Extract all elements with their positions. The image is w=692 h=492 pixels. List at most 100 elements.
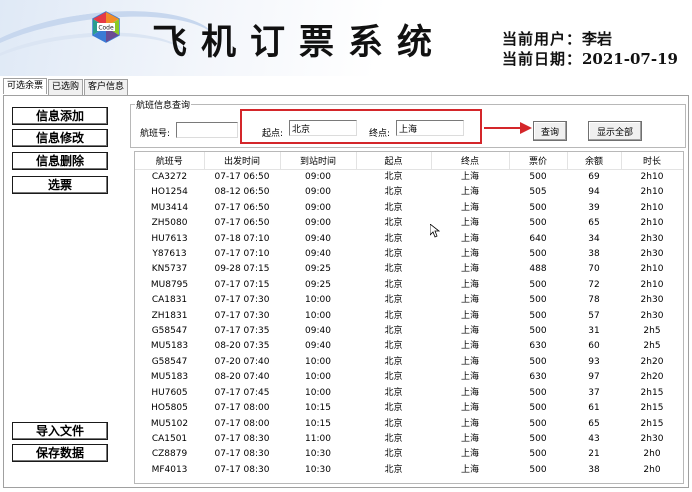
table-cell: 2h15 bbox=[640, 387, 664, 398]
table-row[interactable]: HO1254 08-12 06:50 09:00 北京 上海 505 94 2h10 bbox=[135, 185, 683, 200]
table-row[interactable]: Y87613 07-17 07:10 09:40 北京 上海 500 38 2h30 bbox=[135, 247, 683, 262]
table-cell: 2h10 bbox=[640, 218, 664, 229]
table-cell: 上海 bbox=[460, 218, 479, 229]
table-cell: ZH1831 bbox=[151, 310, 188, 321]
modify-info-button[interactable]: 信息修改 bbox=[12, 129, 108, 147]
mouse-cursor-icon bbox=[430, 224, 440, 238]
table-cell: MU5183 bbox=[150, 341, 189, 352]
table-cell: 北京 bbox=[384, 172, 403, 182]
table-row[interactable]: KN5737 09-28 07:15 09:25 北京 上海 488 70 2h10 bbox=[135, 262, 683, 277]
table-cell: 上海 bbox=[460, 433, 479, 444]
table-cell: 08-20 07:40 bbox=[214, 372, 270, 383]
table-cell: 2h15 bbox=[640, 418, 664, 429]
table-cell: 上海 bbox=[460, 172, 479, 182]
add-info-button[interactable]: 信息添加 bbox=[12, 107, 108, 125]
delete-info-button[interactable]: 信息删除 bbox=[12, 152, 108, 170]
table-cell: 北京 bbox=[384, 418, 403, 429]
table-cell: 2h10 bbox=[640, 172, 664, 182]
table-cell: 09:00 bbox=[305, 187, 331, 198]
table-cell: 2h15 bbox=[640, 403, 664, 414]
table-row[interactable]: CA1831 07-17 07:30 10:00 北京 上海 500 78 2h30 bbox=[135, 293, 683, 308]
table-row[interactable]: MU5183 08-20 07:35 09:40 北京 上海 630 60 2h5 bbox=[135, 339, 683, 354]
table-row[interactable]: ZH1831 07-17 07:30 10:00 北京 上海 500 57 2h30 bbox=[135, 309, 683, 324]
table-cell: 500 bbox=[529, 403, 547, 414]
table-cell: 640 bbox=[529, 233, 547, 244]
table-cell: 北京 bbox=[384, 449, 403, 460]
table-row[interactable]: G58547 07-17 07:35 09:40 北京 上海 500 31 2h5 bbox=[135, 324, 683, 339]
table-cell: 61 bbox=[588, 403, 600, 414]
app-header: Code 飞机订票系统 当前用户：李岩 当前日期：2021-07-19 bbox=[0, 0, 692, 76]
table-cell: 10:00 bbox=[305, 387, 331, 398]
table-cell: 北京 bbox=[384, 387, 403, 398]
column-header[interactable]: 起点 bbox=[356, 152, 432, 170]
column-header[interactable]: 航班号 bbox=[135, 152, 205, 170]
table-cell: 07-17 08:30 bbox=[214, 449, 270, 460]
table-cell: 31 bbox=[588, 326, 600, 337]
table-cell: 北京 bbox=[384, 295, 403, 306]
tab-purchased[interactable]: 已选购 bbox=[48, 79, 84, 95]
table-cell: 07-20 07:40 bbox=[214, 356, 270, 367]
table-row[interactable]: HU7605 07-17 07:45 10:00 北京 上海 500 37 2h15 bbox=[135, 386, 683, 401]
import-file-button[interactable]: 导入文件 bbox=[12, 422, 108, 440]
column-header[interactable]: 余额 bbox=[567, 152, 622, 170]
table-row[interactable]: CZ8879 07-17 08:30 10:30 北京 上海 500 21 2h0 bbox=[135, 447, 683, 462]
table-cell: 07-17 07:15 bbox=[214, 279, 270, 290]
table-row[interactable]: MU5102 07-17 08:00 10:15 北京 上海 500 65 2h15 bbox=[135, 417, 683, 432]
table-cell: 500 bbox=[529, 356, 547, 367]
table-row[interactable]: MU5183 08-20 07:40 10:00 北京 上海 630 97 2h20 bbox=[135, 370, 683, 385]
tab-available-tickets[interactable]: 可选余票 bbox=[3, 78, 48, 94]
table-row[interactable]: G58547 07-20 07:40 10:00 北京 上海 500 93 2h20 bbox=[135, 355, 683, 370]
table-cell: 2h0 bbox=[643, 449, 661, 460]
column-header[interactable]: 到站时间 bbox=[280, 152, 357, 170]
table-cell: 10:15 bbox=[305, 418, 331, 429]
table-cell: 北京 bbox=[384, 310, 403, 321]
save-data-button[interactable]: 保存数据 bbox=[12, 444, 108, 462]
column-header[interactable]: 终点 bbox=[431, 152, 510, 170]
table-cell: 500 bbox=[529, 279, 547, 290]
table-cell: 2h30 bbox=[640, 295, 664, 306]
table-cell: 11:00 bbox=[305, 433, 331, 444]
table-cell: 07-17 07:10 bbox=[214, 249, 270, 260]
table-row[interactable]: CA3272 07-17 06:50 09:00 北京 上海 500 69 2h10 bbox=[135, 170, 683, 186]
table-cell: 21 bbox=[588, 449, 600, 460]
table-cell: 07-17 06:50 bbox=[214, 218, 270, 229]
table-cell: 500 bbox=[529, 310, 547, 321]
column-header[interactable]: 时长 bbox=[621, 152, 683, 170]
table-cell: 上海 bbox=[460, 310, 479, 321]
table-cell: 2h20 bbox=[640, 372, 664, 383]
column-header[interactable]: 票价 bbox=[509, 152, 568, 170]
arrow-right-icon bbox=[484, 122, 532, 134]
table-cell: 500 bbox=[529, 172, 547, 182]
table-cell: HO1254 bbox=[151, 187, 188, 198]
table-cell: 500 bbox=[529, 433, 547, 444]
tab-customer-info[interactable]: 客户信息 bbox=[84, 79, 129, 95]
table-cell: 38 bbox=[588, 464, 600, 475]
logo-text: Code bbox=[98, 25, 114, 32]
current-date-label: 当前日期： bbox=[502, 50, 583, 68]
table-cell: 09:00 bbox=[305, 218, 331, 229]
table-row[interactable]: ZH5080 07-17 06:50 09:00 北京 上海 500 65 2h10 bbox=[135, 216, 683, 231]
table-row[interactable]: HO5805 07-17 08:00 10:15 北京 上海 500 61 2h15 bbox=[135, 401, 683, 416]
table-cell: 上海 bbox=[460, 233, 479, 244]
table-cell: 10:00 bbox=[305, 372, 331, 383]
table-cell: 65 bbox=[588, 218, 600, 229]
column-header[interactable]: 出发时间 bbox=[204, 152, 281, 170]
flight-no-input[interactable] bbox=[176, 122, 238, 138]
table-cell: 上海 bbox=[460, 264, 479, 275]
table-cell: 10:00 bbox=[305, 310, 331, 321]
table-row[interactable]: HU7613 07-18 07:10 09:40 北京 上海 640 34 2h30 bbox=[135, 232, 683, 247]
table-cell: 2h20 bbox=[640, 356, 664, 367]
table-row[interactable]: MF4013 07-17 08:30 10:30 北京 上海 500 38 2h0 bbox=[135, 463, 683, 478]
search-button[interactable]: 查询 bbox=[533, 121, 567, 141]
table-cell: 69 bbox=[588, 172, 600, 182]
table-cell: 500 bbox=[529, 249, 547, 260]
show-all-button[interactable]: 显示全部 bbox=[588, 121, 642, 141]
table-cell: ZH5080 bbox=[151, 218, 188, 229]
table-cell: 10:00 bbox=[305, 356, 331, 367]
highlight-annotation-box bbox=[240, 109, 482, 144]
table-row[interactable]: CA1501 07-17 08:30 11:00 北京 上海 500 43 2h30 bbox=[135, 432, 683, 447]
table-row[interactable]: MU3414 07-17 06:50 09:00 北京 上海 500 39 2h10 bbox=[135, 201, 683, 216]
table-row[interactable]: MU8795 07-17 07:15 09:25 北京 上海 500 72 2h10 bbox=[135, 278, 683, 293]
select-ticket-button[interactable]: 选票 bbox=[12, 176, 108, 194]
table-cell: MU3414 bbox=[150, 202, 189, 213]
